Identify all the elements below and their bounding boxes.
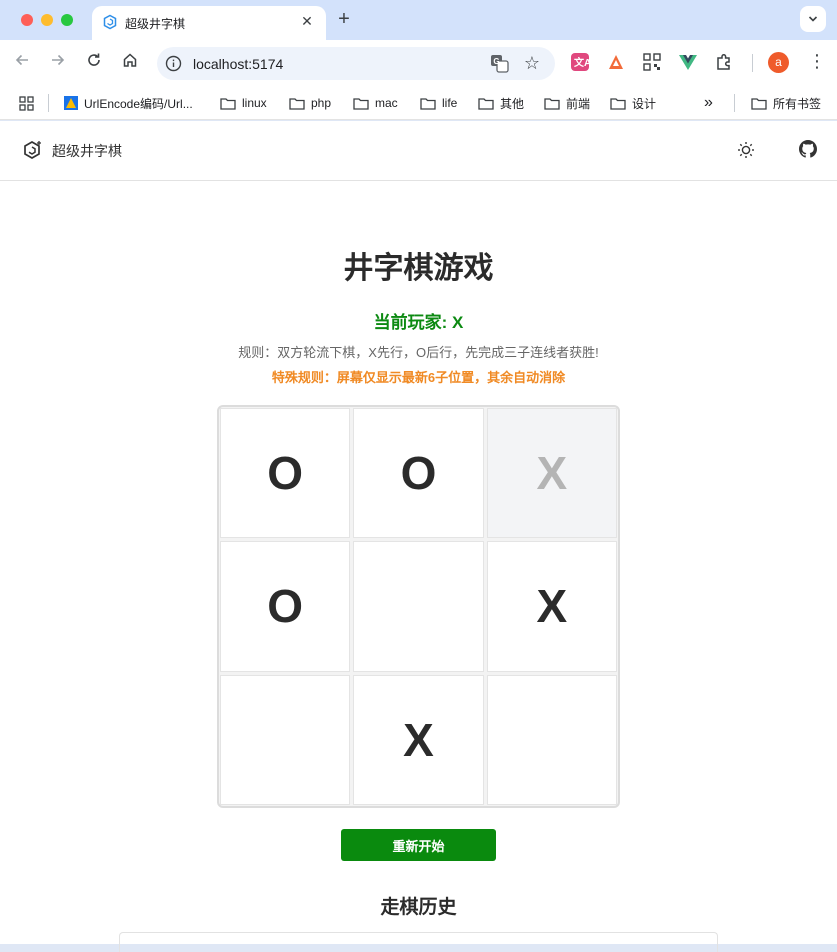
site-info-icon[interactable] xyxy=(165,55,182,72)
bookmark-folder-linux[interactable]: linux xyxy=(220,93,267,113)
board-cell[interactable] xyxy=(486,674,617,805)
close-window-button[interactable] xyxy=(21,14,33,26)
home-icon xyxy=(123,53,137,67)
github-icon[interactable] xyxy=(799,140,817,158)
bookmark-label: mac xyxy=(375,96,398,110)
sun-icon[interactable] xyxy=(736,140,756,160)
urlencode-site-icon xyxy=(64,96,78,110)
bookmark-label: 前端 xyxy=(566,96,591,111)
url-text: localhost:5174 xyxy=(193,56,284,72)
arrow-right-icon xyxy=(52,54,65,66)
apps-grid-icon[interactable] xyxy=(19,96,34,111)
bookmark-label: 所有书签 xyxy=(773,96,822,111)
translate-icon[interactable]: G xyxy=(490,54,509,73)
board-cell-fading[interactable]: X xyxy=(486,408,617,539)
tab-title: 超级井字棋 xyxy=(125,17,186,31)
bookmark-folder-other[interactable]: 其他 xyxy=(478,93,524,113)
bookmark-folder-mac[interactable]: mac xyxy=(353,93,398,113)
special-rule-text: 特殊规则：屏幕仅显示最新6子位置，其余自动消除 xyxy=(271,370,566,385)
browser-toolbar: localhost:5174 G ☆ 文A a ⋮ xyxy=(0,40,837,86)
board-cell[interactable]: X xyxy=(353,674,484,805)
new-tab-button[interactable]: + xyxy=(334,9,354,29)
page-content: 超级井字棋 井字棋游戏 当前玩家: X 规则：双方轮流下棋，X先行，O后行，先完… xyxy=(0,121,837,952)
translate-extension-icon[interactable]: 文A xyxy=(570,52,590,72)
bookmarks-bar: UrlEncode编码/Url... linux php mac life 其他… xyxy=(0,86,837,120)
restart-button[interactable]: 重新开始 xyxy=(341,829,496,861)
folder-icon xyxy=(220,97,236,110)
board-cell[interactable] xyxy=(353,541,484,672)
extensions-puzzle-icon[interactable] xyxy=(714,52,734,72)
arrow-left-icon xyxy=(15,54,28,66)
svg-text:G: G xyxy=(493,57,499,66)
maximize-window-button[interactable] xyxy=(61,14,73,26)
current-player-status: 当前玩家: X xyxy=(373,313,464,332)
all-bookmarks-folder[interactable]: 所有书签 xyxy=(751,93,821,113)
reload-icon xyxy=(88,53,100,66)
folder-icon xyxy=(610,97,626,110)
reload-button[interactable] xyxy=(83,52,105,74)
qr-code-icon[interactable] xyxy=(642,52,662,72)
app-header: 超级井字棋 xyxy=(0,121,837,181)
game-board: O O X O X X xyxy=(217,405,620,808)
toolbar-divider xyxy=(752,54,753,72)
home-button[interactable] xyxy=(119,52,141,74)
folder-icon xyxy=(353,97,369,110)
rule-text: 规则：双方轮流下棋，X先行，O后行，先完成三子连线者获胜! xyxy=(238,345,599,360)
hexagon-logo-icon xyxy=(24,141,41,159)
bookmark-label: 其他 xyxy=(500,96,525,111)
chevron-down-icon xyxy=(808,16,818,22)
close-tab-icon[interactable]: ✕ xyxy=(298,12,316,30)
app-name: 超级井字棋 xyxy=(52,143,122,159)
bookmark-folder-php[interactable]: php xyxy=(289,93,331,113)
folder-icon xyxy=(544,97,560,110)
address-bar[interactable]: localhost:5174 G ☆ xyxy=(157,47,555,80)
board-cell[interactable]: O xyxy=(220,408,351,539)
bookmark-label: linux xyxy=(242,96,267,110)
browser-titlebar: 超级井字棋 ✕ + xyxy=(0,0,837,40)
pen-extension-icon[interactable] xyxy=(606,52,626,72)
forward-button[interactable] xyxy=(47,52,69,74)
svg-text:文A: 文A xyxy=(574,56,590,69)
move-history-title: 走棋历史 xyxy=(380,897,457,918)
move-history-panel xyxy=(119,932,718,952)
bookmark-star-icon[interactable]: ☆ xyxy=(524,53,540,74)
board-cell[interactable] xyxy=(220,674,351,805)
board-cell[interactable]: O xyxy=(353,408,484,539)
more-bookmarks-button[interactable]: » xyxy=(704,93,713,113)
folder-icon xyxy=(751,97,767,110)
board-cell[interactable]: X xyxy=(486,541,617,672)
bookmark-label: UrlEncode编码/Url... xyxy=(84,96,193,111)
browser-menu-icon[interactable]: ⋮ xyxy=(808,51,826,72)
bookmarks-divider xyxy=(734,94,735,112)
folder-icon xyxy=(289,97,305,110)
bookmark-folder-design[interactable]: 设计 xyxy=(610,93,656,113)
bookmarks-divider xyxy=(48,94,49,112)
bookmark-label: 设计 xyxy=(632,96,657,111)
bookmark-folder-frontend[interactable]: 前端 xyxy=(544,93,590,113)
bookmark-label: life xyxy=(442,96,458,110)
back-button[interactable] xyxy=(11,52,33,74)
minimize-window-button[interactable] xyxy=(41,14,53,26)
browser-tab[interactable]: 超级井字棋 ✕ xyxy=(92,6,326,40)
bookmark-folder-life[interactable]: life xyxy=(420,93,457,113)
vue-devtools-icon[interactable] xyxy=(678,52,698,72)
profile-avatar[interactable]: a xyxy=(768,52,789,73)
tab-search-button[interactable] xyxy=(800,6,826,32)
folder-icon xyxy=(478,97,494,110)
bookmark-label: php xyxy=(311,96,332,110)
board-cell[interactable]: O xyxy=(220,541,351,672)
hexagon-logo-icon xyxy=(103,14,117,30)
folder-icon xyxy=(420,97,436,110)
bookmark-urlencode[interactable]: UrlEncode编码/Url... xyxy=(63,93,193,113)
game-title: 井字棋游戏 xyxy=(343,252,494,285)
